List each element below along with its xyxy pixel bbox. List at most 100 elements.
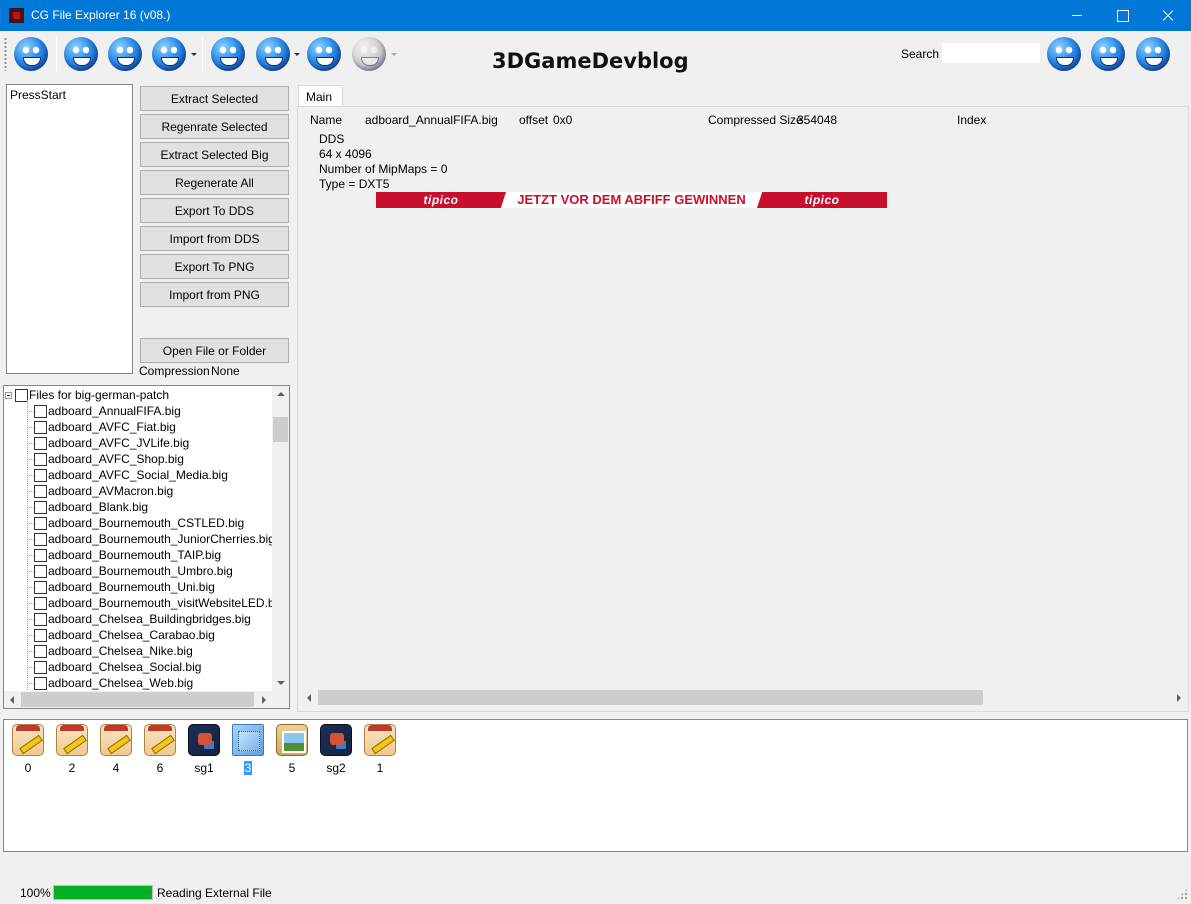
smiley-icon[interactable]: [64, 37, 98, 71]
scroll-left-icon[interactable]: [307, 694, 311, 702]
extract-selected-big-button[interactable]: Extract Selected Big: [140, 142, 289, 167]
toolbar-grip[interactable]: [4, 37, 7, 71]
game-icon[interactable]: [320, 724, 352, 756]
file-checkbox[interactable]: [34, 645, 47, 658]
export-png-button[interactable]: Export To PNG: [140, 254, 289, 279]
splitter[interactable]: [292, 80, 296, 712]
scroll-right-icon[interactable]: [262, 696, 266, 704]
smiley-icon[interactable]: [1091, 37, 1125, 71]
tree-file-row[interactable]: adboard_Chelsea_Social.big: [4, 659, 274, 675]
thumbnail-item[interactable]: 5: [272, 724, 312, 776]
tree-horizontal-scrollbar[interactable]: [4, 691, 272, 708]
scroll-thumb[interactable]: [318, 690, 983, 705]
scroll-up-icon[interactable]: [277, 392, 285, 396]
smiley-icon[interactable]: [307, 37, 341, 71]
thumbnail-item[interactable]: 2: [52, 724, 92, 776]
close-button[interactable]: [1145, 0, 1191, 31]
dropdown-arrow-icon[interactable]: [191, 53, 197, 56]
pencil-icon[interactable]: [100, 724, 132, 756]
thumbnail-item[interactable]: sg2: [316, 724, 356, 776]
smiley-icon[interactable]: [108, 37, 142, 71]
thumbnail-item[interactable]: sg1: [184, 724, 224, 776]
entries-list[interactable]: PressStart: [6, 84, 133, 374]
tree-file-row[interactable]: adboard_Bournemouth_CSTLED.big: [4, 515, 274, 531]
file-checkbox[interactable]: [34, 549, 47, 562]
tree-file-row[interactable]: adboard_AVFC_Social_Media.big: [4, 467, 274, 483]
file-checkbox[interactable]: [34, 453, 47, 466]
picture-icon[interactable]: [276, 724, 308, 756]
smiley-icon[interactable]: [1136, 37, 1170, 71]
tree-file-row[interactable]: adboard_Chelsea_Buildingbridges.big: [4, 611, 274, 627]
export-dds-button[interactable]: Export To DDS: [140, 198, 289, 223]
preview-horizontal-scrollbar[interactable]: [301, 689, 1187, 706]
list-item[interactable]: PressStart: [10, 88, 66, 102]
file-checkbox[interactable]: [34, 421, 47, 434]
smiley-icon[interactable]: [14, 37, 48, 71]
scroll-down-icon[interactable]: [277, 681, 285, 685]
tree-file-row[interactable]: adboard_AnnualFIFA.big: [4, 403, 274, 419]
file-checkbox[interactable]: [34, 661, 47, 674]
file-checkbox[interactable]: [34, 565, 47, 578]
pencil-icon[interactable]: [56, 724, 88, 756]
file-checkbox[interactable]: [34, 437, 47, 450]
file-checkbox[interactable]: [34, 581, 47, 594]
thumbnail-item[interactable]: 1: [360, 724, 400, 776]
thumbnail-item[interactable]: 4: [96, 724, 136, 776]
tree-file-row[interactable]: adboard_Bournemouth_JuniorCherries.big: [4, 531, 275, 547]
file-checkbox[interactable]: [34, 501, 47, 514]
file-checkbox[interactable]: [34, 485, 47, 498]
extract-selected-button[interactable]: Extract Selected: [140, 86, 289, 111]
regenerate-all-button[interactable]: Regenerate All: [140, 170, 289, 195]
tree-file-row[interactable]: adboard_AVFC_Fiat.big: [4, 419, 274, 435]
file-checkbox[interactable]: [34, 533, 47, 546]
smiley-icon[interactable]: [152, 37, 186, 71]
collapse-icon[interactable]: [5, 392, 12, 399]
import-dds-button[interactable]: Import from DDS: [140, 226, 289, 251]
tree-file-row[interactable]: adboard_Blank.big: [4, 499, 274, 515]
maximize-button[interactable]: [1099, 0, 1145, 31]
image-icon[interactable]: [232, 724, 264, 756]
open-file-button[interactable]: Open File or Folder: [140, 338, 289, 363]
tree-file-row[interactable]: adboard_AVFC_Shop.big: [4, 451, 274, 467]
pencil-icon[interactable]: [364, 724, 396, 756]
scroll-right-icon[interactable]: [1177, 694, 1181, 702]
pencil-icon[interactable]: [12, 724, 44, 756]
thumbnail-item[interactable]: 6: [140, 724, 180, 776]
file-checkbox[interactable]: [34, 613, 47, 626]
file-checkbox[interactable]: [34, 677, 47, 690]
smiley-icon[interactable]: [211, 37, 245, 71]
smiley-icon[interactable]: [256, 37, 290, 71]
tree-file-row[interactable]: adboard_Bournemouth_Umbro.big: [4, 563, 274, 579]
dropdown-arrow-icon[interactable]: [294, 53, 300, 56]
scroll-left-icon[interactable]: [10, 696, 14, 704]
scroll-thumb[interactable]: [273, 417, 288, 442]
regenerate-selected-button[interactable]: Regenrate Selected: [140, 114, 289, 139]
file-checkbox[interactable]: [34, 597, 47, 610]
game-icon[interactable]: [188, 724, 220, 756]
import-png-button[interactable]: Import from PNG: [140, 282, 289, 307]
tree-vertical-scrollbar[interactable]: [272, 386, 289, 692]
file-tree[interactable]: Files for big-german-patch adboard_Annua…: [3, 385, 290, 709]
pencil-icon[interactable]: [144, 724, 176, 756]
smiley-icon[interactable]: [1047, 37, 1081, 71]
search-input[interactable]: [941, 42, 1041, 64]
tree-file-row[interactable]: adboard_Bournemouth_TAIP.big: [4, 547, 274, 563]
file-checkbox[interactable]: [34, 469, 47, 482]
minimize-button[interactable]: [1054, 0, 1100, 31]
tree-file-row[interactable]: adboard_AVFC_JVLife.big: [4, 435, 274, 451]
scroll-thumb[interactable]: [21, 692, 254, 707]
tree-file-row[interactable]: adboard_Bournemouth_visitWebsiteLED.big: [4, 595, 284, 611]
tab-main[interactable]: Main: [298, 85, 343, 107]
tree-file-row[interactable]: adboard_Chelsea_Carabao.big: [4, 627, 274, 643]
tree-file-row[interactable]: adboard_Chelsea_Nike.big: [4, 643, 274, 659]
thumbnail-item[interactable]: 3: [228, 724, 268, 776]
thumbnail-list[interactable]: 0 2 4 6 sg1 3 5 sg2 1: [3, 719, 1188, 852]
tree-file-row[interactable]: adboard_AVMacron.big: [4, 483, 274, 499]
thumbnail-item[interactable]: 0: [8, 724, 48, 776]
tree-file-row[interactable]: adboard_Bournemouth_Uni.big: [4, 579, 274, 595]
tree-file-row[interactable]: adboard_Chelsea_Web.big: [4, 675, 274, 691]
file-checkbox[interactable]: [34, 629, 47, 642]
file-checkbox[interactable]: [34, 405, 47, 418]
file-checkbox[interactable]: [34, 517, 47, 530]
resize-grip[interactable]: [1176, 888, 1188, 900]
